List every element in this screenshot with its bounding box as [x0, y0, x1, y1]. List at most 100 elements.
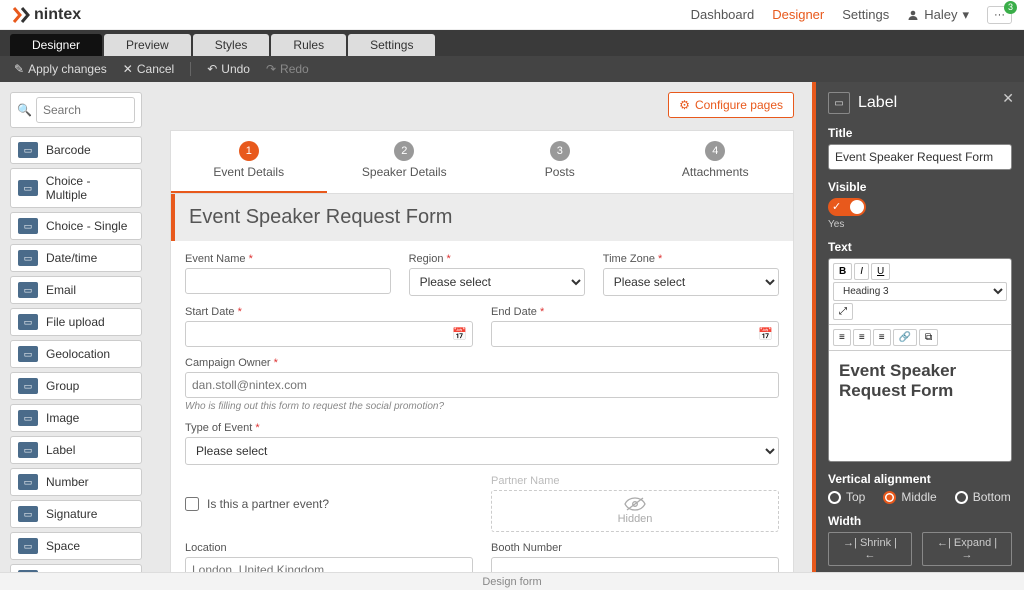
more-button[interactable]: ···3 — [987, 6, 1012, 24]
event-name-input[interactable] — [185, 268, 391, 294]
search-input[interactable] — [36, 97, 135, 123]
region-select[interactable]: Please select — [409, 268, 585, 296]
control-label: Date/time — [46, 251, 97, 265]
campaign-owner-input[interactable] — [185, 372, 779, 398]
notification-badge: 3 — [1004, 1, 1017, 14]
control-icon: ▭ — [18, 378, 38, 394]
location-label: Location — [185, 542, 473, 554]
nav-settings[interactable]: Settings — [842, 7, 889, 22]
form-canvas-area: ⚙Configure pages 1Event Details 2Speaker… — [152, 82, 812, 572]
undo-button[interactable]: ↶Undo — [207, 62, 250, 76]
control-icon: ▭ — [18, 570, 38, 572]
control-icon: ▭ — [18, 346, 38, 362]
control-number[interactable]: ▭ Number — [10, 468, 142, 496]
booth-input[interactable] — [491, 557, 779, 572]
gear-icon: ⚙ — [679, 98, 690, 112]
underline-button[interactable]: U — [871, 263, 890, 280]
control-geolocation[interactable]: ▭Geolocation — [10, 340, 142, 368]
align-right-button[interactable]: ≡ — [873, 329, 891, 346]
timezone-select[interactable]: Please select — [603, 268, 779, 296]
control-label: Signature — [46, 507, 97, 521]
form-steps: 1Event Details 2Speaker Details 3Posts 4… — [171, 131, 793, 194]
nav-designer[interactable]: Designer — [772, 7, 824, 22]
control-icon: ▭ — [18, 314, 38, 330]
control-label: Number — [46, 475, 89, 489]
step-event-details[interactable]: 1Event Details — [171, 131, 327, 193]
partner-event-checkbox[interactable]: Is this a partner event? — [185, 497, 473, 511]
control-signature[interactable]: ▭Signature — [10, 500, 142, 528]
control-label: Text - Long — [46, 571, 105, 572]
control-email[interactable]: ▭Email — [10, 276, 142, 304]
tab-rules[interactable]: Rules — [271, 34, 346, 56]
align-left-button[interactable]: ≡ — [833, 329, 851, 346]
unlink-button[interactable]: ⧉ — [919, 329, 938, 346]
title-property-input[interactable] — [828, 144, 1012, 170]
redo-button[interactable]: ↷Redo — [266, 62, 309, 76]
start-date-input[interactable] — [185, 321, 473, 347]
control-choice-multiple[interactable]: ▭Choice - Multiple — [10, 168, 142, 208]
visible-toggle[interactable]: ✓ — [828, 198, 866, 216]
end-date-input[interactable] — [491, 321, 779, 347]
expand-editor-button[interactable]: ⤢ — [833, 303, 853, 320]
control-group[interactable]: ▭ Group — [10, 372, 142, 400]
type-of-event-label: Type of Event — [185, 422, 252, 434]
event-name-label: Event Name — [185, 253, 246, 265]
form-title-label[interactable]: Event Speaker Request Form — [171, 194, 793, 241]
chevron-down-icon: ▾ — [962, 7, 969, 23]
booth-label: Booth Number — [491, 542, 779, 554]
control-icon: ▭ — [18, 474, 38, 490]
shrink-button[interactable]: →| Shrink |← — [828, 532, 912, 566]
italic-button[interactable]: I — [854, 263, 869, 280]
title-property-label: Title — [828, 126, 1012, 140]
configure-pages-button[interactable]: ⚙Configure pages — [668, 92, 794, 118]
region-label: Region — [409, 253, 444, 265]
footer-status: Design form — [0, 572, 1024, 590]
control-icon: ▭ — [18, 180, 38, 196]
property-panel: ✕ ▭ Label Title Visible ✓ Yes Text B I U… — [812, 82, 1024, 572]
control-icon: ▭ — [18, 410, 38, 426]
start-date-label: Start Date — [185, 306, 235, 318]
step-posts[interactable]: 3Posts — [482, 131, 638, 193]
rte-content[interactable]: Event Speaker Request Form — [829, 351, 1011, 461]
search-box[interactable]: 🔍 — [10, 92, 142, 128]
tab-styles[interactable]: Styles — [193, 34, 270, 56]
undo-icon: ↶ — [207, 62, 217, 76]
apply-changes-button[interactable]: ✎Apply changes — [14, 62, 107, 76]
pencil-icon: ✎ — [14, 62, 24, 76]
user-menu[interactable]: Haley ▾ — [907, 7, 969, 23]
panel-close-button[interactable]: ✕ — [1002, 90, 1014, 107]
control-label: Label — [46, 443, 75, 457]
control-label: Choice - Single — [46, 219, 127, 233]
control-label: Group — [46, 379, 79, 393]
cancel-button[interactable]: ✕Cancel — [123, 62, 174, 76]
valign-bottom[interactable]: Bottom — [955, 490, 1011, 504]
designer-tabbar: Designer Preview Styles Rules Settings — [0, 30, 1024, 56]
tab-settings[interactable]: Settings — [348, 34, 435, 56]
location-input[interactable] — [185, 557, 473, 572]
expand-button[interactable]: ←| Expand |→ — [922, 532, 1012, 566]
control-label[interactable]: ▭Label — [10, 436, 142, 464]
control-choice-single[interactable]: ▭Choice - Single — [10, 212, 142, 240]
nav-dashboard[interactable]: Dashboard — [691, 7, 755, 22]
brand-logo: nintex — [12, 6, 81, 24]
heading-select[interactable]: Heading 3 — [833, 282, 1007, 301]
step-attachments[interactable]: 4Attachments — [638, 131, 794, 193]
control-barcode[interactable]: ▭Barcode — [10, 136, 142, 164]
control-icon: ▭ — [18, 282, 38, 298]
type-of-event-select[interactable]: Please select — [185, 437, 779, 465]
control-date-time[interactable]: ▭Date/time — [10, 244, 142, 272]
step-speaker-details[interactable]: 2Speaker Details — [327, 131, 483, 193]
control-image[interactable]: ▭Image — [10, 404, 142, 432]
link-button[interactable]: 🔗 — [893, 329, 917, 346]
tab-preview[interactable]: Preview — [104, 34, 191, 56]
control-text-long[interactable]: ▭ Text - Long — [10, 564, 142, 572]
control-file-upload[interactable]: ▭File upload — [10, 308, 142, 336]
valign-top[interactable]: Top — [828, 490, 865, 504]
valign-middle[interactable]: Middle — [883, 490, 936, 504]
control-space[interactable]: ▭Space — [10, 532, 142, 560]
tab-designer[interactable]: Designer — [10, 34, 102, 56]
control-label: Space — [46, 539, 80, 553]
bold-button[interactable]: B — [833, 263, 852, 280]
campaign-owner-label: Campaign Owner — [185, 357, 271, 369]
align-center-button[interactable]: ≡ — [853, 329, 871, 346]
